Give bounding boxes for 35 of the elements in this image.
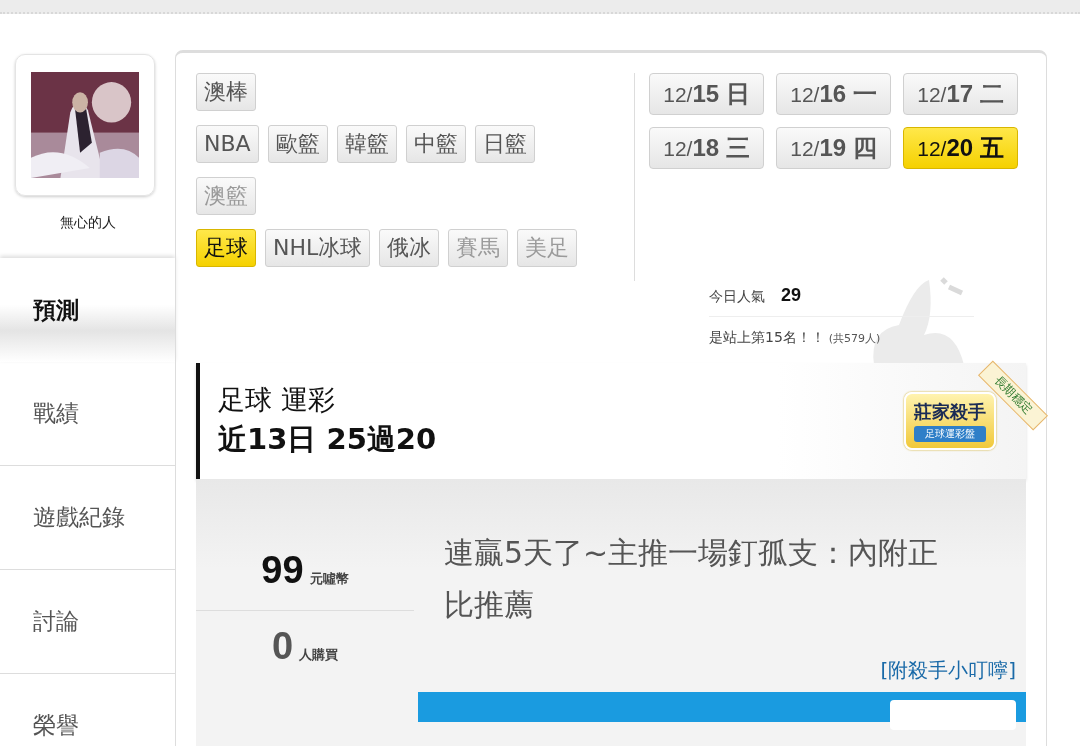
rank-total: (共579人) (828, 331, 881, 346)
date-tab[interactable]: 12/18 三 (649, 127, 764, 169)
date-tab[interactable]: 12/16 一 (776, 73, 891, 115)
price: 99 (261, 549, 304, 592)
sport-tab[interactable]: 足球 (196, 229, 256, 267)
tips-link[interactable]: [附殺手小叮嚀] (880, 657, 1016, 684)
toggle-button[interactable] (890, 700, 1016, 730)
sport-tab[interactable]: 澳棒 (196, 73, 256, 111)
price-unit: 元噓幣 (309, 570, 349, 588)
buyer-count: 0 (271, 625, 294, 668)
buyer-unit: 人購買 (299, 646, 339, 664)
date-tab[interactable]: 12/19 四 (776, 127, 891, 169)
badge-subtitle: 足球運彩盤 (914, 426, 986, 442)
rank-text: 是站上第15名！！ (709, 329, 825, 347)
sport-tab[interactable]: 中籃 (405, 125, 466, 163)
sport-tab[interactable]: 俄冰 (379, 229, 440, 267)
date-tab[interactable]: 12/17 二 (903, 73, 1018, 115)
offer-headline: 連贏5天了~主推一場釘孤支：內附正比推薦 (444, 534, 940, 624)
popularity-label: 今日人氣 (709, 288, 765, 306)
sport-tab[interactable]: NHL冰球 (265, 229, 371, 267)
nav-tab[interactable]: 榮譽 (0, 674, 175, 746)
sport-tab[interactable]: 韓籃 (336, 125, 397, 163)
record-title: 足球 運彩 (218, 383, 336, 417)
nav-tab[interactable]: 戰績 (0, 362, 175, 466)
nav-tab[interactable]: 預測 (0, 258, 175, 362)
user-name: 無心的人 (58, 214, 117, 232)
date-tab[interactable]: 12/15 日 (649, 73, 764, 115)
nav-tab[interactable]: 遊戲紀錄 (0, 466, 175, 570)
sport-tab[interactable]: 歐籃 (267, 125, 328, 163)
sport-tab[interactable]: 日籃 (474, 125, 535, 163)
record-summary: 近13日 25過20 (218, 421, 437, 458)
nav-tab[interactable]: 討論 (0, 570, 175, 674)
sport-tab[interactable]: NBA (196, 125, 259, 163)
date-tab[interactable]: 12/20 五 (903, 127, 1018, 169)
popularity-count: 29 (781, 285, 802, 306)
